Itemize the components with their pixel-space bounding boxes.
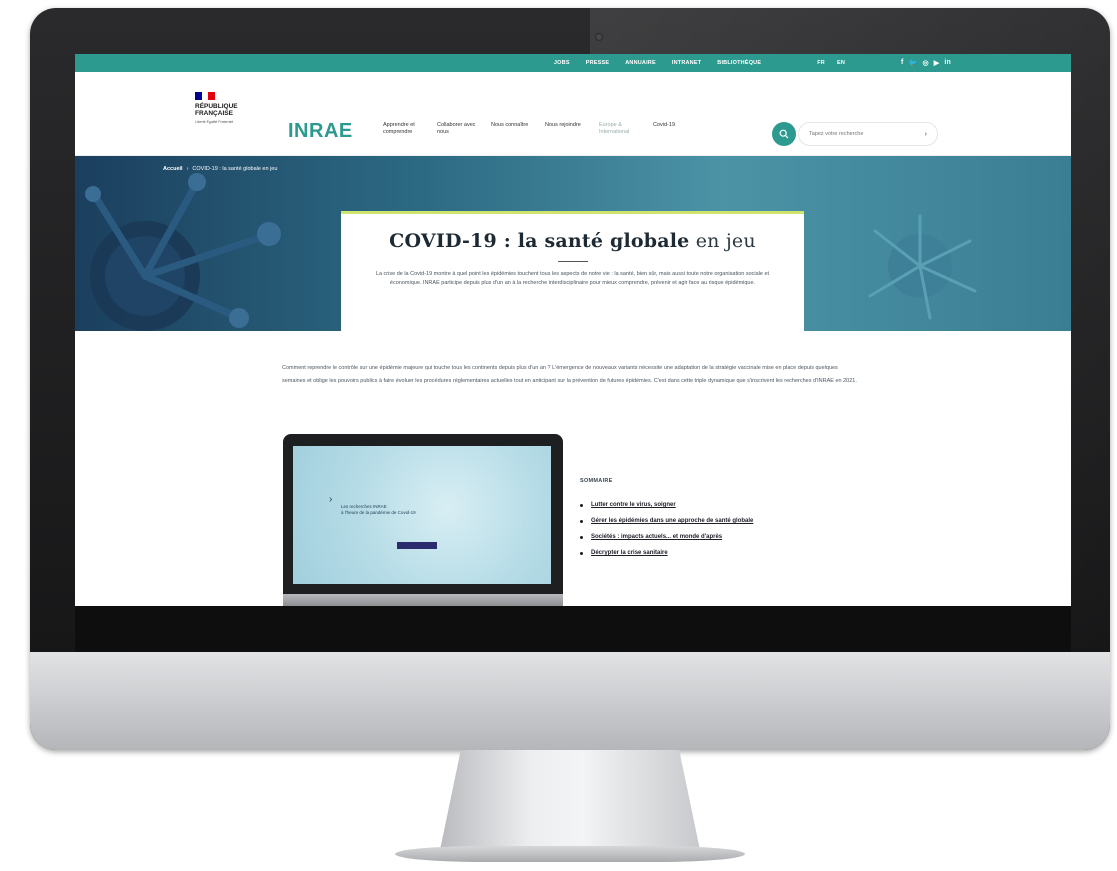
laptop-base bbox=[283, 594, 563, 606]
nav-europe-international[interactable]: Europe & International bbox=[599, 122, 639, 136]
republique-francaise-logo[interactable]: RÉPUBLIQUE FRANÇAISE Liberté Égalité Fra… bbox=[195, 92, 259, 124]
page-title-bold: COVID-19 : la santé globale bbox=[389, 230, 690, 252]
list-item: Décrypter la crise sanitaire bbox=[580, 550, 753, 556]
breadcrumb-separator: › bbox=[186, 166, 189, 172]
main-nav: Apprendre et comprendre Collaborer avec … bbox=[383, 122, 693, 136]
youtube-icon[interactable]: ▶ bbox=[934, 59, 940, 67]
website-screen: JOBS PRESSE ANNUAIRE INTRANET BIBLIOTHÈQ… bbox=[75, 54, 1071, 606]
summary-link-4[interactable]: Décrypter la crise sanitaire bbox=[591, 550, 668, 556]
topbar-link-bibliotheque[interactable]: BIBLIOTHÈQUE bbox=[717, 60, 761, 66]
list-item: Gérer les épidémies dans une approche de… bbox=[580, 518, 753, 524]
chevron-right-icon: › bbox=[329, 494, 333, 505]
search-submit-icon[interactable]: › bbox=[925, 131, 927, 138]
breadcrumb: Accueil › COVID-19 : la santé globale en… bbox=[163, 166, 277, 172]
social-links: f 🐦 ◎ ▶ in bbox=[901, 59, 951, 67]
instagram-icon[interactable]: ◎ bbox=[922, 59, 928, 67]
laptop-screen-text: Les recherches INRAE à l'heure de la pan… bbox=[341, 504, 416, 516]
bullet-icon bbox=[580, 535, 583, 539]
page-title-thin: en jeu bbox=[689, 230, 756, 252]
search-icon bbox=[779, 129, 789, 139]
nav-covid[interactable]: Covid-19 bbox=[653, 122, 693, 136]
nav-nous-rejoindre[interactable]: Nous rejoindre bbox=[545, 122, 585, 136]
monitor-chin bbox=[30, 652, 1110, 750]
hero-lede: La crise de la Covid-19 montre à quel po… bbox=[375, 271, 770, 286]
screen-lower-bezel bbox=[75, 606, 1071, 652]
laptop-line-2: à l'heure de la pandémie de Covid-19 bbox=[341, 510, 416, 515]
rf-motto: Liberté Égalité Fraternité bbox=[195, 120, 234, 124]
bullet-icon bbox=[580, 503, 583, 507]
linkedin-icon[interactable]: in bbox=[944, 59, 951, 67]
topbar-link-presse[interactable]: PRESSE bbox=[586, 60, 610, 66]
breadcrumb-home[interactable]: Accueil bbox=[163, 166, 183, 172]
laptop-screen-button bbox=[397, 542, 437, 549]
nav-nous-connaitre[interactable]: Nous connaître bbox=[491, 122, 531, 136]
nav-collaborer[interactable]: Collaborer avec nous bbox=[437, 122, 477, 136]
bullet-icon bbox=[580, 551, 583, 555]
laptop-screen: › Les recherches INRAE à l'heure de la p… bbox=[293, 446, 551, 584]
intro-paragraph: Comment reprendre le contrôle sur une ép… bbox=[282, 365, 857, 384]
lang-fr[interactable]: FR bbox=[817, 60, 825, 66]
nav-apprendre[interactable]: Apprendre et comprendre bbox=[383, 122, 423, 136]
topbar-link-jobs[interactable]: JOBS bbox=[554, 60, 570, 66]
hero-card: COVID-19 : la santé globale en jeu La cr… bbox=[341, 211, 804, 331]
language-switcher: FR EN bbox=[817, 60, 845, 66]
site-header: RÉPUBLIQUE FRANÇAISE Liberté Égalité Fra… bbox=[75, 72, 1071, 156]
summary-heading: SOMMAIRE bbox=[580, 478, 613, 484]
topbar-link-annuaire[interactable]: ANNUAIRE bbox=[625, 60, 656, 66]
summary-list: Lutter contre le virus, soigner Gérer le… bbox=[580, 502, 753, 566]
twitter-icon[interactable]: 🐦 bbox=[909, 59, 918, 67]
search-field: › bbox=[798, 122, 938, 146]
laptop-illustration[interactable]: › Les recherches INRAE à l'heure de la p… bbox=[283, 434, 563, 606]
virus-illustration-right bbox=[868, 214, 977, 320]
page-title: COVID-19 : la santé globale en jeu bbox=[341, 230, 804, 252]
virus-illustration-left bbox=[85, 173, 281, 331]
title-divider bbox=[557, 261, 588, 262]
inrae-logo[interactable]: INRAE bbox=[288, 120, 353, 143]
breadcrumb-current: COVID-19 : la santé globale en jeu bbox=[192, 166, 278, 172]
summary-link-3[interactable]: Sociétés : impacts actuels... et monde d… bbox=[591, 534, 722, 540]
french-flag-icon bbox=[195, 92, 216, 100]
camera-icon bbox=[595, 33, 603, 41]
rf-title-1: RÉPUBLIQUE bbox=[195, 103, 238, 110]
search-button[interactable] bbox=[772, 122, 796, 146]
list-item: Lutter contre le virus, soigner bbox=[580, 502, 753, 508]
rf-title-2: FRANÇAISE bbox=[195, 110, 233, 117]
utility-bar: JOBS PRESSE ANNUAIRE INTRANET BIBLIOTHÈQ… bbox=[75, 54, 1071, 72]
bullet-icon bbox=[580, 519, 583, 523]
summary-link-1[interactable]: Lutter contre le virus, soigner bbox=[591, 502, 676, 508]
search-input[interactable] bbox=[809, 131, 909, 137]
list-item: Sociétés : impacts actuels... et monde d… bbox=[580, 534, 753, 540]
lang-en[interactable]: EN bbox=[837, 60, 845, 66]
monitor-stand-base bbox=[395, 846, 745, 862]
summary-link-2[interactable]: Gérer les épidémies dans une approche de… bbox=[591, 518, 753, 524]
facebook-icon[interactable]: f bbox=[901, 59, 904, 67]
monitor-stand bbox=[440, 750, 700, 850]
topbar-link-intranet[interactable]: INTRANET bbox=[672, 60, 701, 66]
hero-banner: Accueil › COVID-19 : la santé globale en… bbox=[75, 156, 1071, 331]
